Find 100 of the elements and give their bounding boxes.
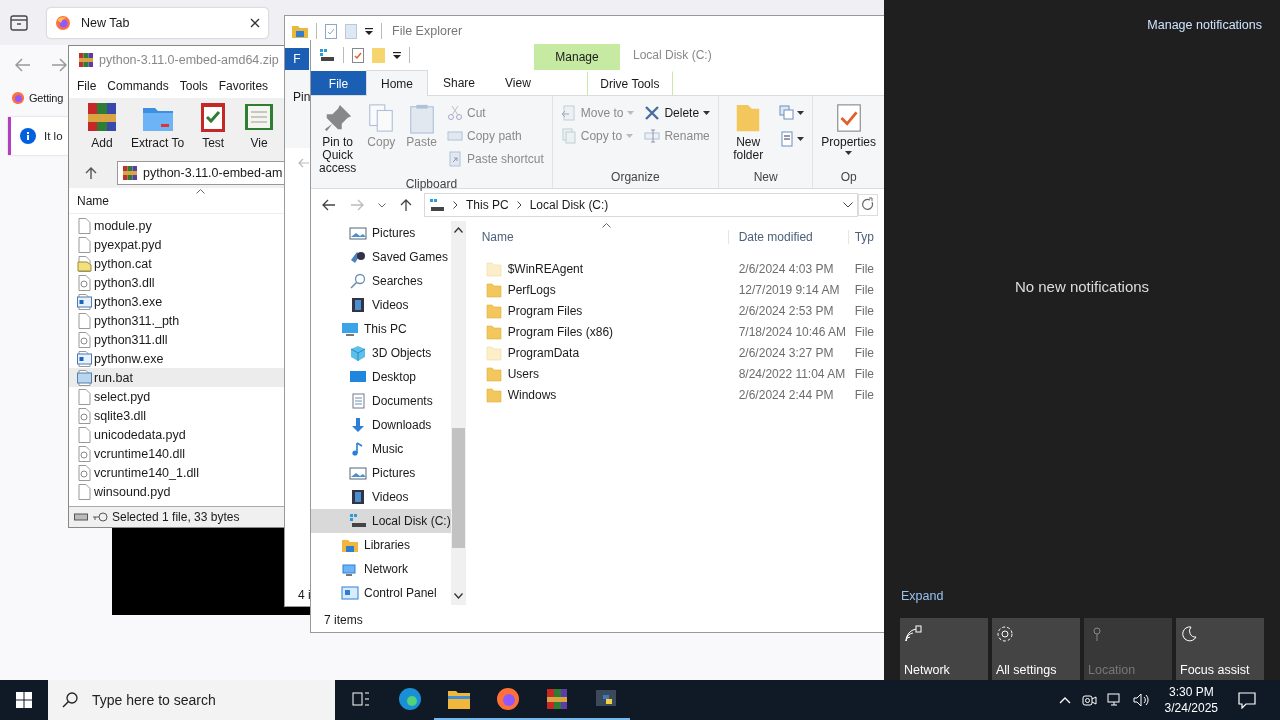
column-header[interactable]: Name [77, 193, 109, 208]
refresh-icon[interactable] [858, 194, 878, 216]
scroll-up-icon[interactable] [453, 227, 463, 233]
ribbon-command[interactable]: Pin [293, 90, 311, 104]
ribbon-tab[interactable]: Home [366, 70, 428, 96]
path-field[interactable]: python-3.11.0-embed-am [117, 161, 285, 185]
close-icon[interactable] [250, 17, 260, 28]
clock[interactable]: 3:30 PM 3/24/2025 [1164, 684, 1218, 716]
search-field[interactable]: Type here to search [48, 680, 335, 720]
volume-icon[interactable] [1132, 692, 1149, 708]
nav-item[interactable]: Pictures [311, 221, 451, 245]
folder-name[interactable]: Program Files [507, 303, 583, 318]
chevron-up-icon[interactable] [1058, 696, 1071, 704]
bookmark-link[interactable]: Getting [29, 92, 64, 104]
chevron-down-icon[interactable] [843, 202, 853, 208]
game-controller-icon [349, 249, 367, 265]
nav-item[interactable]: Libraries [311, 533, 451, 557]
ribbon-button[interactable]: Pin to Quick access [315, 100, 361, 177]
file-row[interactable]: sqlite3.dll [69, 406, 285, 425]
properties-icon[interactable] [352, 47, 364, 63]
breadcrumb[interactable]: Local Disk (C:) [529, 198, 609, 212]
forward-arrow-icon[interactable] [51, 58, 67, 72]
ribbon-tab[interactable]: View [490, 70, 546, 95]
nav-item[interactable]: Pictures [311, 461, 451, 485]
breadcrumb[interactable]: This PC [466, 198, 509, 212]
ribbon-tab[interactable]: Share [428, 70, 491, 95]
file-row[interactable]: pythonw.exe [69, 349, 285, 368]
ribbon-button[interactable]: New folder [723, 100, 774, 164]
up-arrow-icon[interactable] [85, 166, 97, 180]
file-row[interactable]: vcruntime140_1.dll [69, 463, 285, 482]
nav-item[interactable]: Videos [311, 293, 451, 317]
nav-item[interactable]: Control Panel [311, 581, 451, 605]
folder-name[interactable]: Program Files (x86) [507, 324, 614, 339]
folder-name[interactable]: PerfLogs [507, 282, 556, 297]
tab-list-icon[interactable] [10, 14, 28, 31]
expand-link[interactable]: Expand [901, 589, 944, 603]
windows-start-icon[interactable] [16, 692, 32, 708]
ribbon-button[interactable]: Properties [817, 100, 880, 157]
menu-item[interactable]: File [77, 79, 97, 93]
file-row[interactable]: winsound.pyd [69, 482, 285, 501]
nav-item[interactable]: Desktop [311, 365, 451, 389]
file-row[interactable]: python311.dll [69, 330, 285, 349]
dropdown-icon[interactable] [393, 51, 401, 59]
menu-item[interactable]: Tools [179, 79, 208, 93]
ribbon-tab[interactable]: File [311, 71, 366, 95]
quick-action-tile[interactable]: Focus assist [1176, 618, 1264, 682]
toolbar-button[interactable]: Add [81, 98, 123, 150]
camera-icon[interactable] [1080, 692, 1097, 708]
back-arrow-icon[interactable] [322, 199, 336, 211]
column-header[interactable]: Name [471, 229, 728, 244]
nav-item[interactable]: This PC [311, 317, 451, 341]
menu-item[interactable]: Commands [107, 79, 169, 93]
file-icon [77, 426, 92, 443]
file-row[interactable]: run.bat [69, 368, 285, 387]
nav-item[interactable]: 3D Objects [311, 341, 451, 365]
file-row[interactable]: python.cat [69, 254, 285, 273]
notifications-icon[interactable] [1238, 691, 1256, 709]
toolbar-button[interactable]: Vie [238, 98, 281, 150]
dropdown-icon[interactable] [365, 27, 373, 35]
file-row[interactable]: python311._pth [69, 311, 285, 330]
scroll-thumb[interactable] [451, 428, 465, 548]
folder-name[interactable]: ProgramData [507, 345, 580, 360]
scrollbar[interactable] [450, 221, 466, 605]
nav-item[interactable]: Music [311, 437, 451, 461]
nav-item[interactable]: Videos [311, 485, 451, 509]
folder-name[interactable]: Windows [507, 387, 557, 402]
file-icon [77, 236, 92, 253]
browser-tab[interactable]: New Tab [47, 7, 268, 38]
folder-name[interactable]: $WinREAgent [507, 261, 584, 276]
type-cell-text: File [853, 324, 876, 339]
nav-item[interactable]: Local Disk (C:) [311, 509, 451, 533]
file-row[interactable]: select.pyd [69, 387, 285, 406]
file-row[interactable]: module.py [69, 216, 285, 235]
nav-item[interactable]: Network [311, 557, 451, 581]
drive-icon [319, 48, 335, 62]
file-row[interactable]: python3.dll [69, 273, 285, 292]
nav-item[interactable]: Downloads [311, 413, 451, 437]
up-arrow-icon[interactable] [400, 198, 412, 212]
nav-item[interactable]: Saved Games [311, 245, 451, 269]
file-row[interactable]: vcruntime140.dll [69, 444, 285, 463]
file-row[interactable]: python3.exe [69, 292, 285, 311]
ribbon-tab[interactable]: Drive Tools [586, 71, 673, 95]
folder-name[interactable]: Users [507, 366, 540, 381]
column-header[interactable]: Date modified [727, 229, 848, 244]
nav-item[interactable]: Documents [311, 389, 451, 413]
ribbon-button[interactable]: Delete [640, 102, 715, 123]
file-row[interactable]: pyexpat.pyd [69, 235, 285, 254]
quick-action-tile[interactable]: All settings [992, 618, 1080, 682]
toolbar-button[interactable]: Extract To [127, 98, 189, 150]
file-row[interactable]: unicodedata.pyd [69, 425, 285, 444]
network-icon[interactable] [1106, 692, 1123, 708]
ribbon-tab[interactable]: F [285, 48, 309, 70]
recent-locations-icon[interactable] [378, 202, 386, 208]
quick-action-tile[interactable]: Network [900, 618, 988, 682]
scroll-down-icon[interactable] [453, 593, 463, 599]
nav-item[interactable]: Searches [311, 269, 451, 293]
menu-item[interactable]: Favorites [218, 79, 269, 93]
manage-notifications-link[interactable]: Manage notifications [1147, 18, 1262, 32]
toolbar-button[interactable]: Test [192, 98, 235, 150]
address-bar[interactable]: This PC Local Disk (C:) [424, 193, 858, 217]
